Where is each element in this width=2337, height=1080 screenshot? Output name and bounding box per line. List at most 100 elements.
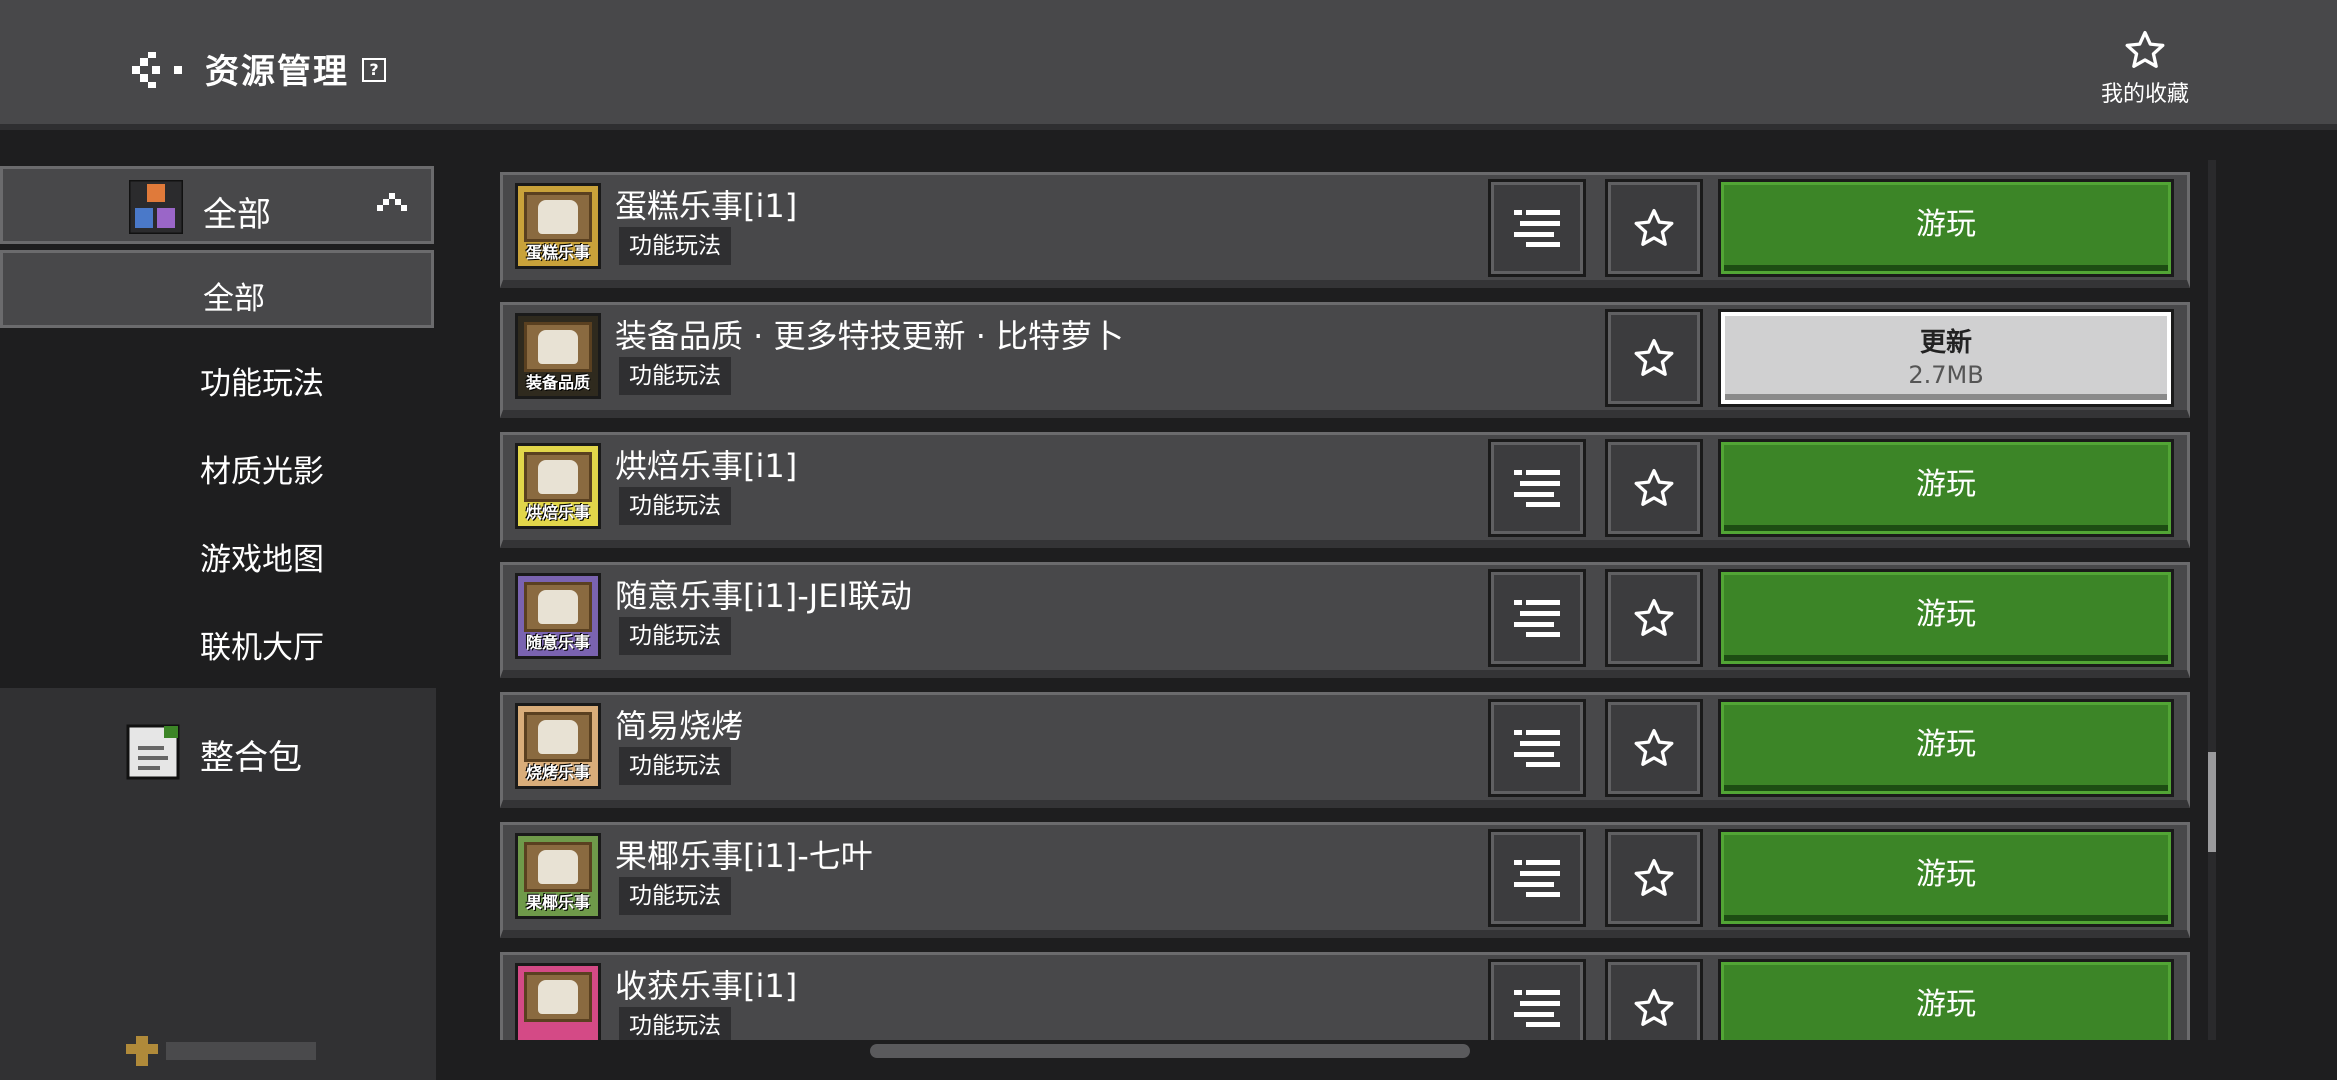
favorite-button[interactable] [1605,959,1703,1040]
sidebar-category-label: 全部 [203,195,271,235]
resource-thumbnail: 随意乐事 [515,573,601,659]
update-size: 2.7MB [1908,361,1984,389]
resource-thumbnail: 果椰乐事 [515,833,601,919]
star-outline-icon [1634,598,1674,636]
play-button[interactable]: 游玩 [1718,179,2174,277]
details-menu-button[interactable] [1488,569,1586,667]
sidebar-category-all[interactable]: 全部 [0,166,434,244]
favorite-button[interactable] [1605,829,1703,927]
sidebar-item-label: 功能玩法 [200,366,324,402]
play-button[interactable]: 游玩 [1718,959,2174,1040]
thumbnail-art [538,460,578,494]
play-button[interactable]: 游玩 [1718,699,2174,797]
back-arrow-icon[interactable] [132,52,188,88]
favorite-button[interactable] [1605,309,1703,407]
resource-tag: 功能玩法 [619,747,731,785]
resource-title: 随意乐事[i1]-JEI联动 [615,577,912,615]
menu-lines-icon [1514,860,1560,897]
resource-list[interactable]: 蛋糕乐事 蛋糕乐事[i1] 功能玩法 游玩 装备品质 装备品质 · 更多特技更新 · 比特… [500,172,2190,1040]
details-menu-button[interactable] [1488,829,1586,927]
resource-tag: 功能玩法 [619,617,731,655]
play-button[interactable]: 游玩 [1718,439,2174,537]
star-outline-icon [1634,468,1674,506]
resource-thumbnail: 装备品质 [515,313,601,399]
my-favorites-button[interactable]: 我的收藏 [2090,28,2200,108]
chevron-up-icon [377,193,407,211]
sidebar-item-gameplay[interactable]: 功能玩法 [0,338,434,416]
favorite-button[interactable] [1605,699,1703,797]
star-outline-icon [1634,208,1674,246]
star-outline-icon [1634,338,1674,376]
details-menu-button[interactable] [1488,699,1586,797]
thumbnail-caption: 烧烤乐事 [525,763,590,782]
resource-manager-page: 资源管理 ? 我的收藏 全部 全部 功能玩法 材质光影 游戏地图 联机大厅 整合… [0,0,2337,1080]
resource-grid-icon [127,178,185,236]
sidebar-category-modpack[interactable]: 整合包 [0,714,436,794]
document-icon [126,724,180,780]
star-outline-icon [1634,858,1674,896]
sidebar: 全部 全部 功能玩法 材质光影 游戏地图 联机大厅 整合包 [0,136,436,1080]
resource-row[interactable]: 装备品质 装备品质 · 更多特技更新 · 比特萝卜 功能玩法 更新 2.7MB [500,302,2190,418]
resource-tag: 功能玩法 [619,487,731,525]
resource-row[interactable]: 烘焙乐事 烘焙乐事[i1] 功能玩法 游玩 [500,432,2190,548]
details-menu-button[interactable] [1488,179,1586,277]
menu-lines-icon [1514,600,1560,637]
favorites-label: 我的收藏 [2100,82,2189,107]
vertical-scrollbar-track [2208,160,2216,1040]
favorite-button[interactable] [1605,179,1703,277]
resource-row[interactable]: 烧烤乐事 简易烧烤 功能玩法 游玩 [500,692,2190,808]
resource-row[interactable]: 果椰乐事 果椰乐事[i1]-七叶 功能玩法 游玩 [500,822,2190,938]
sidebar-category-label: 整合包 [200,738,302,778]
resource-row[interactable]: 蛋糕乐事 蛋糕乐事[i1] 功能玩法 游玩 [500,172,2190,288]
thumbnail-caption: 烘焙乐事 [525,503,590,522]
horizontal-scroll-indicator[interactable] [870,1044,1470,1058]
resource-title: 果椰乐事[i1]-七叶 [615,837,873,875]
resource-thumbnail: 烘焙乐事 [515,443,601,529]
play-button[interactable]: 游玩 [1718,829,2174,927]
update-button[interactable]: 更新 2.7MB [1718,309,2174,407]
resource-title: 收获乐事[i1] [615,967,798,1005]
sidebar-item-textures[interactable]: 材质光影 [0,426,434,504]
thumbnail-caption: 随意乐事 [525,633,590,652]
sidebar-item-all[interactable]: 全部 [0,250,434,328]
thumbnail-art [538,590,578,624]
favorite-button[interactable] [1605,569,1703,667]
star-outline-icon [1634,728,1674,766]
header-bar: 资源管理 ? 我的收藏 [0,0,2337,130]
thumbnail-caption [518,1020,598,1040]
menu-lines-icon [1514,730,1560,767]
details-menu-button[interactable] [1488,439,1586,537]
resource-thumbnail: 烧烤乐事 [515,703,601,789]
thumbnail-art [538,980,578,1014]
resource-row[interactable]: 随意乐事 随意乐事[i1]-JEI联动 功能玩法 游玩 [500,562,2190,678]
sidebar-item-lobby[interactable]: 联机大厅 [0,602,434,680]
sidebar-item-label: 全部 [203,281,265,317]
blurred-account-badge [126,1036,316,1066]
details-menu-button[interactable] [1488,959,1586,1040]
thumbnail-caption: 果椰乐事 [525,893,590,912]
resource-tag: 功能玩法 [619,227,731,265]
thumbnail-caption: 蛋糕乐事 [525,243,590,262]
play-button[interactable]: 游玩 [1718,569,2174,667]
resource-title: 蛋糕乐事[i1] [615,187,798,225]
favorite-button[interactable] [1605,439,1703,537]
resource-tag: 功能玩法 [619,877,731,915]
resource-tag: 功能玩法 [619,1007,731,1040]
sidebar-item-label: 游戏地图 [200,542,324,578]
menu-lines-icon [1514,470,1560,507]
resource-row[interactable]: 收获乐事[i1] 功能玩法 游玩 [500,952,2190,1040]
resource-title: 简易烧烤 [615,707,744,745]
thumbnail-art [538,850,578,884]
resource-tag: 功能玩法 [619,357,731,395]
thumbnail-art [538,720,578,754]
vertical-scrollbar-thumb[interactable] [2208,752,2216,852]
sidebar-item-maps[interactable]: 游戏地图 [0,514,434,592]
star-outline-icon [2125,30,2165,68]
help-icon[interactable]: ? [362,58,386,82]
menu-lines-icon [1514,990,1560,1027]
sidebar-item-label: 材质光影 [200,454,324,490]
thumbnail-caption: 装备品质 [525,373,590,392]
sidebar-item-label: 联机大厅 [200,630,324,666]
page-title: 资源管理 [205,52,349,92]
resource-title: 装备品质 · 更多特技更新 · 比特萝卜 [615,317,1125,355]
